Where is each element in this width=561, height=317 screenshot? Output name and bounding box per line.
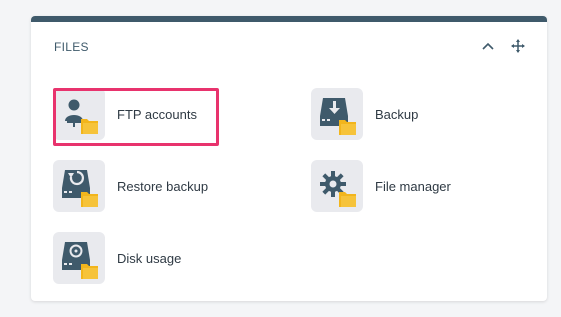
item-label: File manager [375, 178, 451, 194]
backup-drive-icon [311, 88, 363, 140]
panel-title: FILES [54, 40, 89, 54]
file-manager-item[interactable]: File manager [311, 160, 451, 212]
item-label: Restore backup [117, 178, 209, 194]
disk-usage-item[interactable]: Disk usage [53, 232, 181, 284]
gear-folder-icon [311, 160, 363, 212]
panel-accent-bar [31, 16, 547, 22]
chevron-up-icon[interactable] [480, 38, 496, 54]
backup-item[interactable]: Backup [311, 88, 418, 140]
item-label: Backup [375, 106, 419, 122]
item-label: Disk usage [117, 250, 182, 266]
restore-backup-icon [53, 160, 105, 212]
ftp-user-folder-icon [53, 88, 105, 140]
files-panel: FILES FTP accounts Backup Restore backup… [31, 16, 547, 301]
disk-usage-icon [53, 232, 105, 284]
ftp-accounts-item[interactable]: FTP accounts [53, 88, 197, 140]
item-label: FTP accounts [117, 106, 197, 122]
move-icon[interactable] [510, 38, 526, 54]
restore-backup-item[interactable]: Restore backup [53, 160, 208, 212]
